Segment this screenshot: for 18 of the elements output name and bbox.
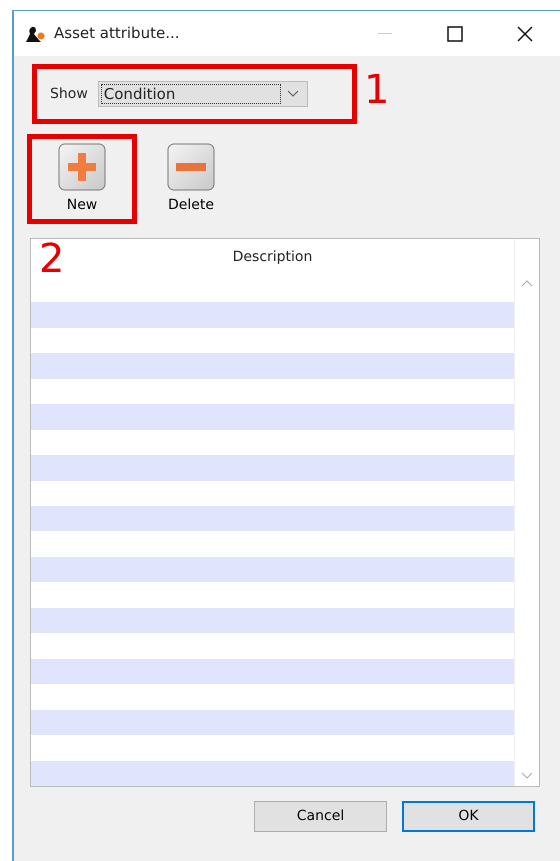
app-icon [24, 24, 46, 42]
column-header: Description [232, 248, 312, 268]
plus-icon [58, 142, 106, 190]
window-title: Asset attribute... [54, 23, 180, 44]
show-label: Show [50, 84, 88, 104]
maximize-icon[interactable] [447, 26, 463, 42]
show-dropdown[interactable]: Condition [98, 81, 308, 107]
annotation-number: 1 [364, 70, 390, 110]
scroll-up-icon[interactable] [521, 279, 533, 287]
minimize-icon[interactable] [378, 32, 392, 34]
toolbar-button[interactable]: Delete [167, 142, 215, 216]
toolbar-button[interactable]: New [58, 142, 106, 216]
scroll-down-icon[interactable] [521, 772, 533, 780]
dialog-button[interactable]: OK [402, 801, 535, 832]
dialog-button[interactable]: Cancel [254, 801, 387, 832]
close-icon[interactable] [517, 26, 533, 42]
minus-icon [167, 142, 215, 190]
annotation-number: 2 [39, 239, 64, 279]
